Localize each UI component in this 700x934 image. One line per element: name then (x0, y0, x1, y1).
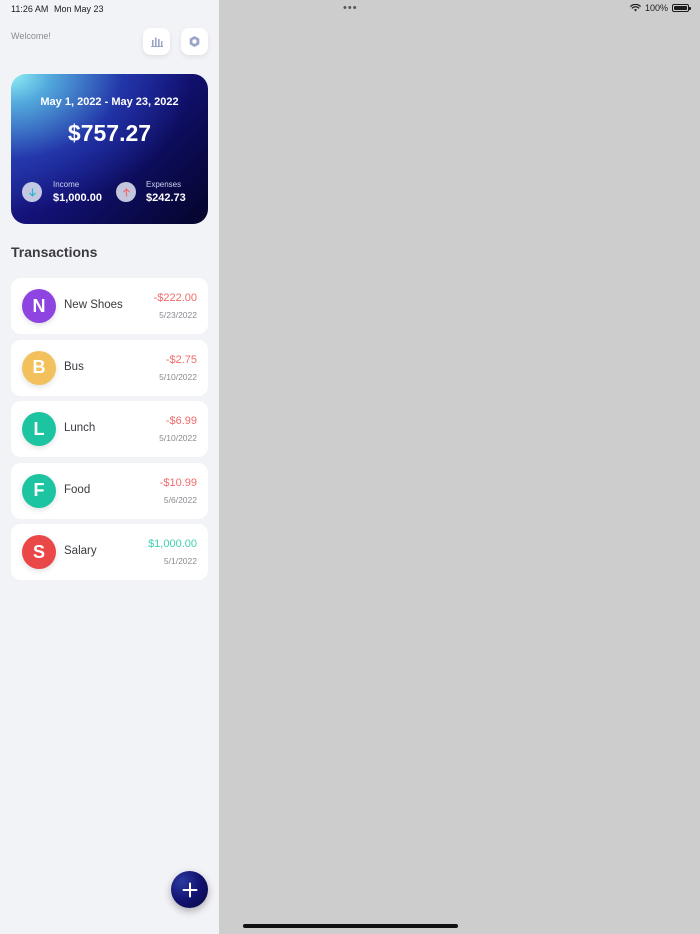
wifi-icon (630, 4, 641, 12)
balance-amount: $757.27 (67, 120, 152, 146)
transaction-avatar: B (22, 350, 56, 385)
income-value: $1,000.00 (53, 192, 102, 204)
sidebar: Welcome! May 1, 2022 - May 23, 2022 $757… (0, 0, 219, 934)
home-indicator (243, 924, 458, 928)
add-transaction-button[interactable] (171, 871, 208, 908)
transaction-amount: -$2.75 (165, 353, 197, 366)
transaction-list: N New Shoes -$222.00 5/23/2022 B Bus -$2… (11, 278, 208, 586)
stats-button[interactable] (143, 28, 170, 55)
date-range[interactable]: May 1, 2022 - May 23, 2022 (11, 96, 208, 108)
gear-icon (189, 35, 200, 48)
transaction-name: Salary (64, 545, 97, 557)
transaction-item-lunch[interactable]: L Lunch -$6.99 5/10/2022 (11, 401, 208, 457)
transaction-item-salary[interactable]: S Salary $1,000.00 5/1/2022 (11, 524, 208, 580)
income-label: Income (53, 180, 80, 189)
battery-icon (672, 4, 691, 12)
expense-indicator (116, 182, 136, 202)
transaction-date: 5/23/2022 (159, 310, 197, 320)
transaction-amount: -$10.99 (159, 476, 197, 489)
transaction-item-bus[interactable]: B Bus -$2.75 5/10/2022 (11, 339, 208, 396)
bar-chart-icon (150, 37, 163, 47)
arrow-down-icon (28, 187, 36, 197)
transaction-amount: $1,000.00 (148, 538, 197, 550)
transaction-amount: -$6.99 (165, 415, 197, 427)
transaction-amount: -$222.00 (153, 292, 197, 304)
transaction-name: New Shoes (64, 299, 123, 311)
transactions-heading: Transactions (11, 244, 98, 260)
multitasking-dots[interactable]: ••• (343, 2, 358, 14)
income-indicator (22, 182, 42, 202)
transaction-item-food[interactable]: F Food -$10.99 5/6/2022 (11, 462, 208, 519)
expenses-value: $242.73 (146, 192, 186, 204)
plus-icon (182, 882, 197, 897)
transaction-avatar: S (22, 535, 56, 569)
arrow-up-icon (122, 187, 130, 197)
status-time: 11:26 AM (11, 4, 49, 14)
balance-card: May 1, 2022 - May 23, 2022 $757.27 Incom… (11, 74, 208, 224)
status-date: Mon May 23 (54, 4, 104, 14)
battery-percent: 100% (644, 3, 668, 13)
transaction-avatar: L (22, 412, 56, 446)
transaction-date: 5/1/2022 (163, 556, 197, 566)
transaction-name: Food (64, 483, 91, 496)
settings-button[interactable] (181, 28, 208, 55)
transaction-avatar: N (22, 289, 56, 323)
transaction-name: Lunch (64, 422, 96, 434)
transaction-item-new-shoes[interactable]: N New Shoes -$222.00 5/23/2022 (11, 278, 208, 334)
transaction-date: 5/10/2022 (159, 371, 197, 382)
expenses-label: Expenses (146, 180, 182, 189)
status-bar: 11:26 AM Mon May 23 ••• 100% (0, 0, 700, 18)
transaction-avatar: F (22, 473, 56, 508)
transaction-date: 5/10/2022 (159, 433, 197, 443)
transaction-date: 5/6/2022 (163, 494, 197, 505)
transaction-name: Bus (64, 360, 84, 373)
welcome-text: Welcome! (11, 31, 51, 41)
